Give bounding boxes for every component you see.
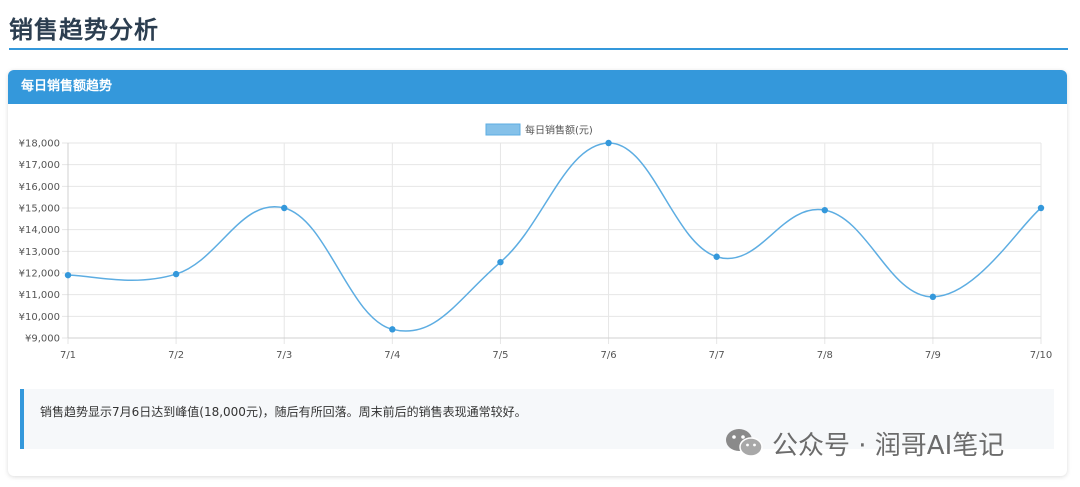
card-header: 每日销售额趋势 <box>8 70 1067 104</box>
chart-axes: ¥9,000 ¥10,000 ¥11,000 ¥12,000 ¥13,000 ¥14,00… <box>19 139 1053 362</box>
watermark: 公众号 · 润哥AI笔记 <box>724 424 1004 462</box>
data-point[interactable] <box>605 139 612 147</box>
data-point[interactable] <box>821 206 828 214</box>
data-point[interactable] <box>497 258 504 266</box>
x-tick-label: 7/4 <box>384 350 400 361</box>
x-tick-label: 7/9 <box>925 350 941 361</box>
data-points <box>64 139 1045 333</box>
x-tick-label: 7/8 <box>817 350 833 361</box>
x-tick-label: 7/6 <box>601 350 617 361</box>
y-tick-label: ¥11,000 <box>19 290 60 301</box>
y-tick-label: ¥9,000 <box>25 334 60 345</box>
data-point[interactable] <box>1037 204 1045 212</box>
watermark-text: 公众号 · 润哥AI笔记 <box>772 430 1005 461</box>
legend-swatch <box>485 123 521 136</box>
x-tick-label: 7/7 <box>709 350 725 361</box>
title-divider <box>9 48 1068 50</box>
data-point[interactable] <box>713 253 720 260</box>
y-tick-label: ¥14,000 <box>19 225 60 236</box>
data-point[interactable] <box>172 270 180 278</box>
y-tick-label: ¥12,000 <box>19 269 60 280</box>
y-tick-label: ¥18,000 <box>19 139 60 150</box>
x-tick-label: 7/1 <box>60 350 76 361</box>
y-tick-label: ¥15,000 <box>19 204 60 215</box>
data-point[interactable] <box>64 271 72 279</box>
y-tick-label: ¥13,000 <box>19 247 60 258</box>
y-tick-label: ¥10,000 <box>19 312 60 323</box>
x-tick-label: 7/10 <box>1030 350 1052 361</box>
data-point[interactable] <box>929 293 937 301</box>
x-tick-label: 7/5 <box>492 350 508 361</box>
x-tick-label: 7/3 <box>276 350 292 361</box>
y-tick-label: ¥17,000 <box>19 160 60 171</box>
x-tick-label: 7/2 <box>168 350 184 361</box>
legend-label: 每日销售额(元) <box>525 124 593 137</box>
chart-grid <box>62 142 1042 344</box>
series-line <box>67 142 1042 332</box>
y-tick-label: ¥16,000 <box>19 182 60 193</box>
chart-legend[interactable]: 每日销售额(元) <box>485 123 593 137</box>
data-point[interactable] <box>389 326 396 333</box>
page-title: 销售趋势分析 <box>9 16 159 44</box>
wechat-icon <box>726 429 763 457</box>
chart-card: 每日销售额趋势 ¥9,000 ¥10,000 ¥11,000 ¥12,000 ¥13,0… <box>8 70 1067 476</box>
sales-line-chart: ¥9,000 ¥10,000 ¥11,000 ¥12,000 ¥13,000 ¥14,00… <box>19 123 1053 362</box>
data-point[interactable] <box>281 204 288 212</box>
